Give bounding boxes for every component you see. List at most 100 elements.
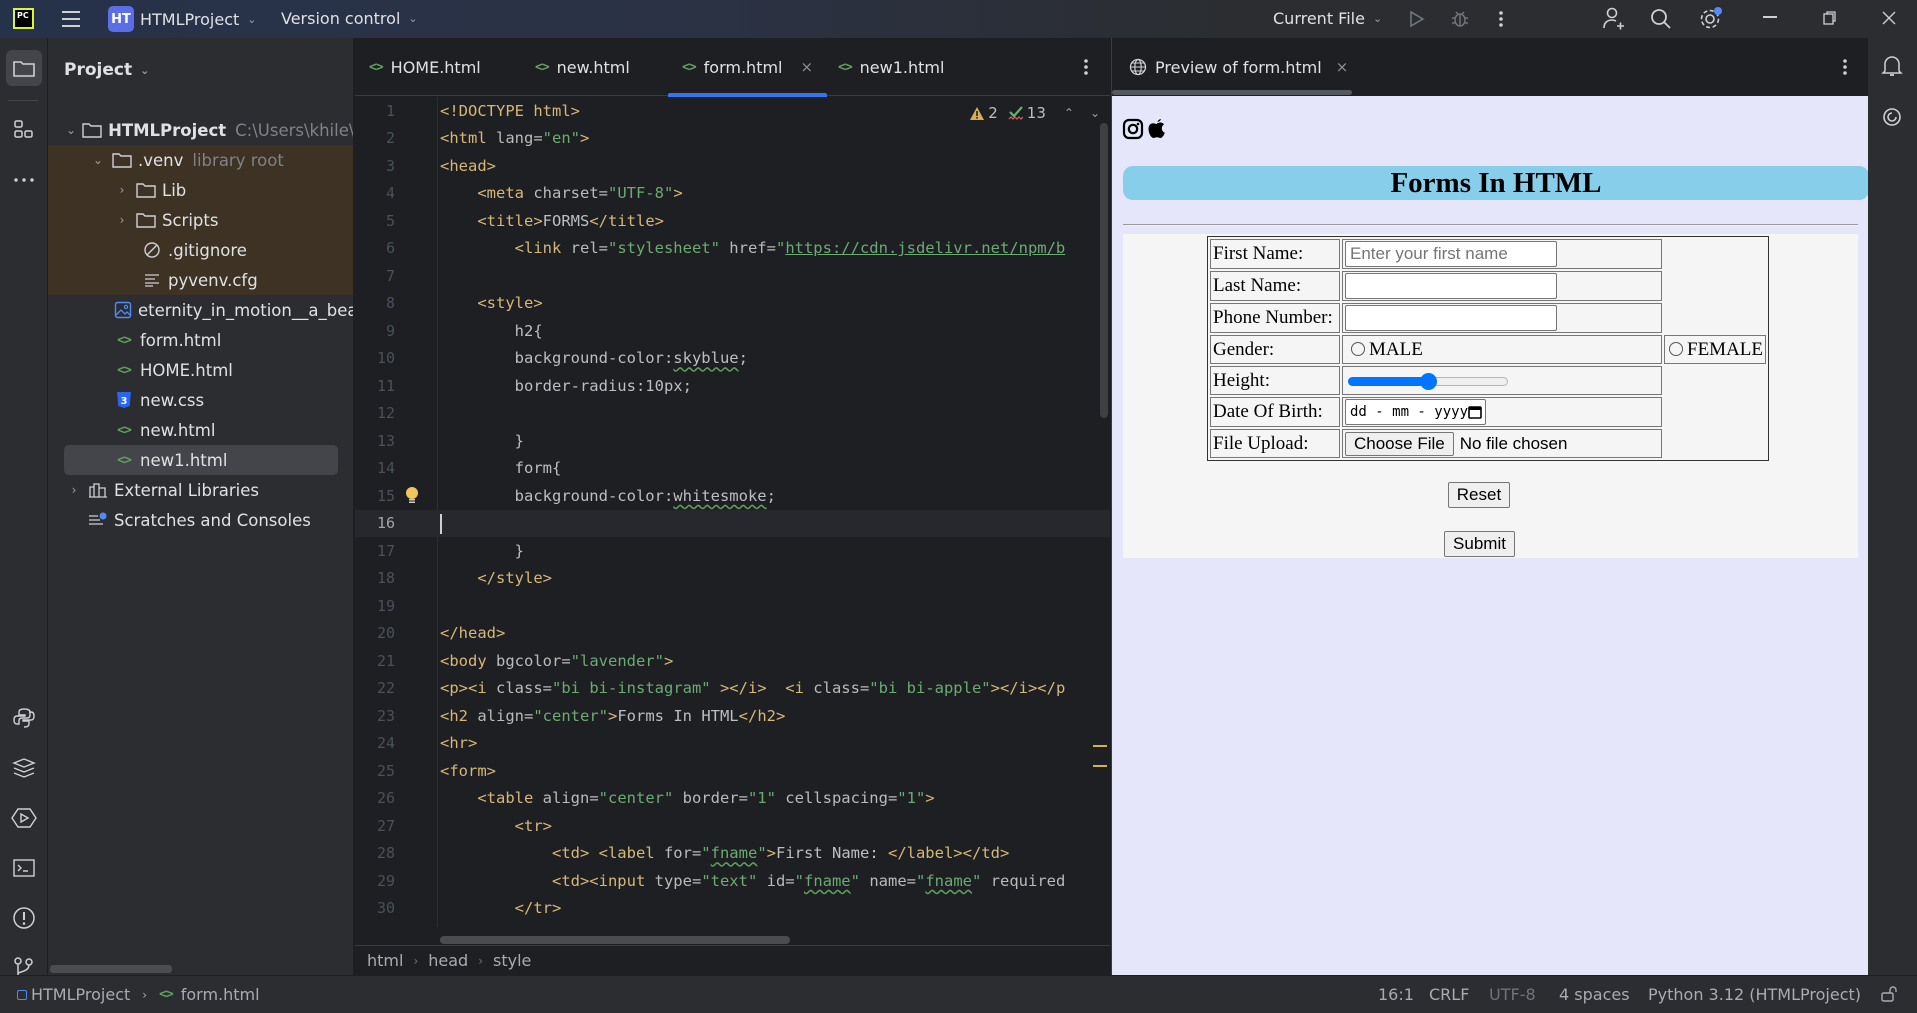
- status-project[interactable]: HTMLProject: [31, 985, 130, 1004]
- tab-form-html[interactable]: <> form.html ×: [668, 38, 828, 97]
- terminal-tool-button[interactable]: [6, 850, 42, 886]
- calendar-icon[interactable]: [1468, 405, 1482, 419]
- dob-input[interactable]: dd - mm - yyyy: [1345, 399, 1486, 425]
- first-name-input[interactable]: Enter your first name: [1345, 241, 1557, 267]
- add-user-icon[interactable]: [1600, 6, 1626, 32]
- tab-home-html[interactable]: <> HOME.html: [369, 38, 481, 96]
- breadcrumb-item-html[interactable]: html: [367, 951, 403, 970]
- project-tool-button[interactable]: [6, 50, 42, 86]
- debug-icon[interactable]: [1450, 9, 1470, 29]
- breadcrumb-item-style[interactable]: style: [493, 951, 531, 970]
- editor-horizontal-scrollbar[interactable]: [440, 936, 790, 944]
- height-slider[interactable]: [1348, 371, 1508, 391]
- close-window-icon[interactable]: [1881, 10, 1897, 26]
- chevron-right-icon[interactable]: ›: [114, 213, 130, 227]
- code-area[interactable]: 1 <!DOCTYPE html> 2 <html lang="en"> 3 <hea…: [355, 97, 1110, 927]
- status-interpreter[interactable]: Python 3.12 (HTMLProject): [1648, 985, 1861, 1004]
- notifications-icon[interactable]: [1881, 54, 1903, 78]
- lock-open-icon[interactable]: [1880, 985, 1898, 1003]
- python-console-button[interactable]: [6, 700, 42, 736]
- reset-button[interactable]: Reset: [1448, 482, 1510, 508]
- services-tool-button[interactable]: [6, 800, 42, 836]
- radio-female[interactable]: [1669, 341, 1683, 356]
- slider-thumb[interactable]: [1419, 372, 1437, 390]
- problems-tool-button[interactable]: [6, 900, 42, 936]
- tree-item-new-css[interactable]: 3 new.css: [48, 385, 353, 415]
- chevron-right-icon[interactable]: ›: [66, 483, 82, 497]
- title-bar: PC HT HTMLProject ⌄ Version control ⌄ Cu…: [0, 0, 1917, 38]
- chevron-down-icon[interactable]: ⌄: [90, 153, 106, 167]
- next-highlight-icon[interactable]: ⌄: [1090, 106, 1100, 120]
- status-indent[interactable]: 4 spaces: [1559, 985, 1630, 1004]
- more-actions-icon[interactable]: [1497, 9, 1505, 29]
- tree-item-lib[interactable]: › Lib: [48, 175, 353, 205]
- tab-new-html[interactable]: <> new.html: [535, 38, 630, 96]
- last-name-input[interactable]: [1345, 273, 1557, 299]
- tree-item-scripts[interactable]: › Scripts: [48, 205, 353, 235]
- layers-tool-button[interactable]: [6, 750, 42, 786]
- submit-button[interactable]: Submit: [1444, 531, 1515, 557]
- gender-female-option[interactable]: FEMALE: [1667, 339, 1763, 360]
- ai-assistant-icon[interactable]: [1881, 106, 1903, 128]
- tree-item-htmlproject[interactable]: ⌄ HTMLProject C:\Users\khile\F: [48, 115, 353, 145]
- status-caret-position[interactable]: 16:1: [1378, 985, 1414, 1004]
- vcs-menu[interactable]: Version control ⌄: [281, 9, 418, 28]
- tree-item-scratches[interactable]: Scratches and Consoles: [48, 505, 353, 535]
- editor-vertical-scrollbar[interactable]: [1100, 123, 1108, 418]
- inspections-widget[interactable]: 2 13 ⌃ ⌄: [969, 104, 1100, 122]
- radio-male[interactable]: [1351, 341, 1365, 356]
- project-panel-header[interactable]: Project ⌄: [48, 38, 353, 102]
- tab-options-icon[interactable]: [1082, 57, 1090, 77]
- run-config-selector[interactable]: Current File ⌄: [1273, 9, 1382, 28]
- app-logo-icon[interactable]: PC: [13, 8, 34, 29]
- structure-tool-button[interactable]: [6, 112, 42, 148]
- intention-bulb-icon[interactable]: [405, 486, 419, 506]
- status-line-ending[interactable]: CRLF: [1429, 985, 1469, 1004]
- run-icon[interactable]: [1406, 9, 1426, 29]
- breadcrumb-item-head[interactable]: head: [428, 951, 468, 970]
- tree-item-pyvenv-cfg[interactable]: pyvenv.cfg: [48, 265, 353, 295]
- phone-input[interactable]: [1345, 305, 1557, 331]
- chevron-down-icon[interactable]: ⌄: [66, 123, 76, 137]
- main-menu-icon[interactable]: [60, 9, 82, 29]
- gender-male-option[interactable]: MALE: [1345, 339, 1423, 360]
- tree-item-venv[interactable]: ⌄ .venv library root: [48, 145, 353, 175]
- project-horizontal-scrollbar[interactable]: [50, 965, 172, 973]
- minimize-icon[interactable]: [1763, 16, 1777, 18]
- tab-new1-html[interactable]: <> new1.html: [838, 38, 944, 96]
- preview-close-icon[interactable]: ×: [1336, 58, 1349, 76]
- chevron-right-icon[interactable]: ›: [114, 183, 130, 197]
- preview-options-icon[interactable]: [1841, 57, 1849, 77]
- more-tools-button[interactable]: [6, 162, 42, 198]
- status-file[interactable]: form.html: [181, 985, 260, 1004]
- tree-item-new-html[interactable]: <> new.html: [48, 415, 353, 445]
- status-encoding[interactable]: UTF-8: [1489, 985, 1536, 1004]
- tree-item-gitignore[interactable]: .gitignore: [48, 235, 353, 265]
- tree-item-external-libraries[interactable]: › External Libraries: [48, 475, 353, 505]
- warning-stripe-marker[interactable]: [1093, 765, 1107, 767]
- typos-count[interactable]: 13: [1008, 104, 1046, 122]
- chevron-down-icon: ⌄: [140, 63, 150, 77]
- instagram-icon[interactable]: [1122, 118, 1144, 140]
- preview-tab[interactable]: Preview of form.html ×: [1112, 38, 1869, 96]
- apple-icon[interactable]: [1147, 117, 1167, 140]
- tree-item-image-file[interactable]: eternity_in_motion__a_beach: [48, 295, 353, 325]
- code-line: 21 <body bgcolor="lavender">: [376, 651, 674, 670]
- previous-highlight-icon[interactable]: ⌃: [1064, 106, 1074, 120]
- code-line: 28 <td> <label for="fname">First Name: <…: [376, 844, 1010, 863]
- tree-item-form-html[interactable]: <> form.html: [48, 325, 353, 355]
- tab-close-icon[interactable]: ×: [801, 58, 814, 76]
- tree-item-home-html[interactable]: <> HOME.html: [48, 355, 353, 385]
- tree-item-new1-html[interactable]: <> new1.html: [64, 445, 338, 475]
- chevron-down-icon: ⌄: [408, 12, 418, 25]
- search-icon[interactable]: [1649, 7, 1673, 31]
- warning-icon: [970, 106, 985, 120]
- phone-label: Phone Number:: [1210, 303, 1340, 333]
- restore-icon[interactable]: [1822, 10, 1838, 26]
- choose-file-button[interactable]: Choose File: [1345, 431, 1454, 456]
- settings-icon[interactable]: [1698, 6, 1724, 32]
- warnings-count[interactable]: 2: [969, 104, 998, 122]
- warning-stripe-marker[interactable]: [1093, 745, 1107, 747]
- project-selector[interactable]: HT HTMLProject ⌄: [108, 6, 256, 32]
- code-line: 5 <title>FORMS</title>: [385, 211, 664, 230]
